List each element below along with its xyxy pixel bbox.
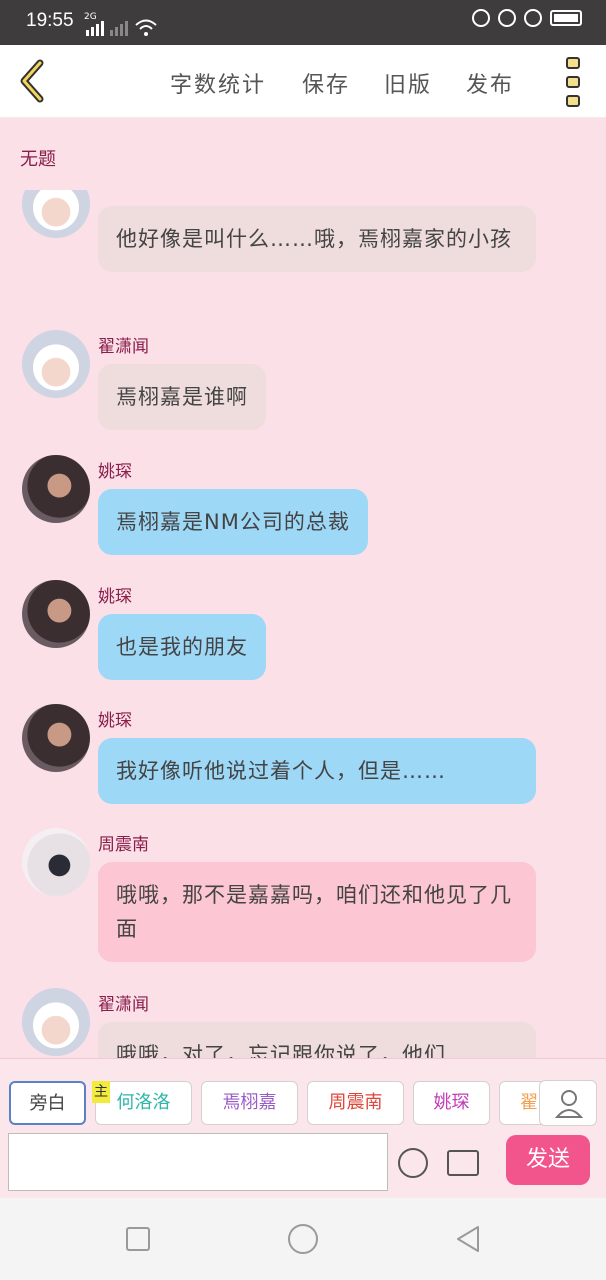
- role-button[interactable]: 周震南: [307, 1081, 404, 1125]
- alarm-icon: [524, 9, 542, 27]
- message-bubble[interactable]: 我好像听他说过着个人，但是……: [98, 738, 536, 804]
- old-version-button[interactable]: 旧版: [384, 67, 432, 99]
- message-bubble[interactable]: 他好像是叫什么……哦，焉栩嘉家的小孩: [98, 206, 536, 272]
- send-button[interactable]: 发送: [506, 1135, 590, 1185]
- publish-button[interactable]: 发布: [466, 67, 514, 99]
- lock-rotation-icon: [498, 9, 516, 27]
- user-icon: [554, 1090, 584, 1118]
- avatar[interactable]: [22, 580, 90, 648]
- message-bubble[interactable]: 哦哦，那不是嘉嘉吗，咱们还和他见了几面: [98, 862, 536, 962]
- avatar[interactable]: [22, 704, 90, 772]
- image-icon[interactable]: [447, 1150, 479, 1176]
- status-time: 19:55: [26, 10, 74, 31]
- document-title: 无题: [20, 149, 56, 170]
- chat-list[interactable]: 他好像是叫什么……哦，焉栩嘉家的小孩 翟潇闻 焉栩嘉是谁啊 姚琛 焉栩嘉是NM公…: [0, 190, 606, 1058]
- speaker-name: 姚琛: [98, 462, 132, 482]
- signal-icon: [86, 21, 128, 36]
- home-icon[interactable]: [288, 1224, 318, 1254]
- role-label: 焉栩嘉: [222, 1092, 277, 1113]
- role-button[interactable]: 姚琛: [413, 1081, 490, 1125]
- status-bar: 19:55 2G: [0, 0, 606, 45]
- role-label: 周震南: [328, 1092, 383, 1113]
- speaker-name: 翟潇闻: [98, 337, 149, 357]
- message-bubble[interactable]: 焉栩嘉是NM公司的总裁: [98, 489, 368, 555]
- add-role-button[interactable]: [539, 1080, 597, 1126]
- avatar[interactable]: [22, 828, 90, 896]
- speaker-name: 姚琛: [98, 711, 132, 731]
- wifi-icon: [135, 19, 157, 36]
- battery-icon: [550, 10, 582, 26]
- mute-icon: [472, 9, 490, 27]
- message-bubble[interactable]: 也是我的朋友: [98, 614, 266, 680]
- avatar[interactable]: [22, 455, 90, 523]
- emoji-icon[interactable]: [398, 1148, 428, 1178]
- top-toolbar: 字数统计 保存 旧版 发布: [0, 45, 606, 118]
- save-button[interactable]: 保存: [302, 67, 350, 99]
- speaker-name: 翟潇闻: [98, 995, 149, 1015]
- role-label: 翟: [520, 1092, 538, 1113]
- system-nav-bar: [0, 1198, 606, 1280]
- message-bubble[interactable]: 哦哦，对了，忘记跟你说了，他们: [98, 1022, 536, 1058]
- role-label: 何洛洛: [116, 1092, 171, 1113]
- role-label: 旁白: [29, 1093, 66, 1114]
- more-menu-icon[interactable]: [566, 57, 580, 107]
- avatar[interactable]: [22, 330, 90, 398]
- role-narration-button[interactable]: 旁白: [9, 1081, 86, 1125]
- avatar[interactable]: [22, 190, 90, 238]
- avatar[interactable]: [22, 988, 90, 1056]
- back-arrow-icon[interactable]: [16, 57, 48, 105]
- speaker-name: 周震南: [98, 835, 149, 855]
- status-icons: [472, 9, 582, 27]
- message-input[interactable]: [8, 1133, 388, 1191]
- word-count-button[interactable]: 字数统计: [170, 67, 266, 99]
- back-icon[interactable]: [454, 1224, 482, 1254]
- main-role-badge: 主: [92, 1081, 110, 1103]
- role-selector-panel: 旁白 何洛洛 主 焉栩嘉 周震南 姚琛 翟 发送: [0, 1058, 606, 1198]
- message-bubble[interactable]: 焉栩嘉是谁啊: [98, 364, 266, 430]
- speaker-name: 姚琛: [98, 587, 132, 607]
- recent-apps-icon[interactable]: [126, 1227, 150, 1251]
- role-label: 姚琛: [433, 1092, 470, 1113]
- role-button[interactable]: 焉栩嘉: [201, 1081, 298, 1125]
